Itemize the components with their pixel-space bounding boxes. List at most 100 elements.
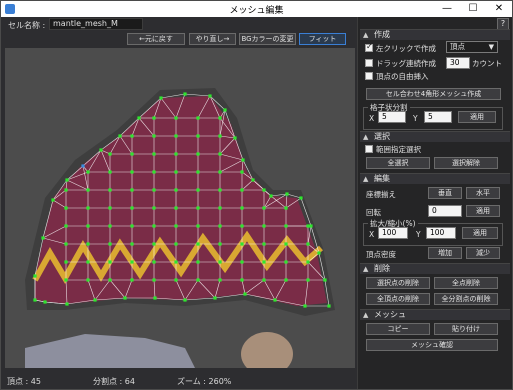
mesh-vertex[interactable] — [86, 278, 90, 282]
mesh-vertex[interactable] — [65, 302, 69, 306]
mesh-vertex[interactable] — [174, 206, 178, 210]
mesh-vertex[interactable] — [130, 152, 134, 156]
mesh-vertex[interactable] — [262, 278, 266, 282]
mesh-vertex[interactable] — [64, 278, 68, 282]
mesh-vertex[interactable] — [262, 242, 266, 246]
mesh-vertex[interactable] — [208, 94, 212, 98]
mesh-vertex[interactable] — [240, 278, 244, 282]
mesh-vertex[interactable] — [262, 260, 266, 264]
mesh-vertex[interactable] — [152, 152, 156, 156]
section-select[interactable]: ▲ 選択 — [360, 131, 510, 142]
mesh-vertex[interactable] — [262, 206, 266, 210]
mesh-vertex[interactable] — [43, 300, 47, 304]
density-increase-button[interactable]: 増加 — [428, 247, 462, 259]
mesh-vertex[interactable] — [306, 242, 310, 246]
mesh-vertex[interactable] — [262, 188, 266, 192]
mesh-vertex[interactable] — [251, 178, 255, 182]
section-edit[interactable]: ▲ 編集 — [360, 173, 510, 184]
copy-button[interactable]: コピー — [366, 323, 430, 335]
mesh-vertex[interactable] — [240, 242, 244, 246]
mesh-vertex[interactable] — [130, 170, 134, 174]
mesh-vertex[interactable] — [86, 206, 90, 210]
mesh-vertex[interactable] — [241, 158, 245, 162]
mesh-vertex[interactable] — [64, 224, 68, 228]
delete-all-divisions-button[interactable]: 全分割点の削除 — [434, 293, 498, 305]
section-create[interactable]: ▲ 作成 — [360, 29, 510, 40]
mesh-vertex[interactable] — [108, 206, 112, 210]
mesh-vertex[interactable] — [64, 206, 68, 210]
mesh-vertex[interactable] — [262, 224, 266, 228]
mesh-vertex[interactable] — [81, 164, 85, 168]
auto-quad-mesh-button[interactable]: セル合わせ4角形メッシュ作成 — [366, 88, 501, 100]
mesh-vertex[interactable] — [218, 278, 222, 282]
mesh-vertex[interactable] — [284, 206, 288, 210]
mesh-vertex[interactable] — [130, 224, 134, 228]
mesh-vertex[interactable] — [152, 134, 156, 138]
maximize-icon[interactable]: ☐ — [460, 1, 486, 17]
mesh-vertex[interactable] — [174, 116, 178, 120]
close-icon[interactable]: ✕ — [486, 1, 512, 17]
mesh-vertex[interactable] — [93, 298, 97, 302]
mesh-vertex[interactable] — [152, 116, 156, 120]
mesh-vertex[interactable] — [137, 116, 141, 120]
section-delete[interactable]: ▲ 削除 — [360, 263, 510, 274]
mesh-vertex[interactable] — [174, 242, 178, 246]
mesh-vertex[interactable] — [284, 278, 288, 282]
align-vertical-button[interactable]: 垂直 — [428, 187, 462, 199]
mesh-vertex[interactable] — [285, 192, 289, 196]
mesh-vertex[interactable] — [174, 260, 178, 264]
mesh-vertex[interactable] — [152, 170, 156, 174]
mesh-vertex[interactable] — [86, 170, 90, 174]
rotate-field[interactable]: 0 — [428, 205, 462, 217]
mesh-vertex[interactable] — [86, 260, 90, 264]
mesh-vertex[interactable] — [240, 188, 244, 192]
mesh-canvas[interactable] — [5, 48, 355, 368]
mesh-vertex[interactable] — [240, 206, 244, 210]
mesh-vertex[interactable] — [86, 242, 90, 246]
mesh-vertex[interactable] — [174, 278, 178, 282]
mesh-vertex[interactable] — [196, 170, 200, 174]
mesh-vertex[interactable] — [273, 298, 277, 302]
mesh-vertex[interactable] — [152, 242, 156, 246]
mesh-vertex[interactable] — [196, 260, 200, 264]
mesh-vertex[interactable] — [196, 206, 200, 210]
align-horizontal-button[interactable]: 水平 — [466, 187, 500, 199]
fit-button[interactable]: フィット — [299, 33, 346, 45]
mesh-vertex[interactable] — [118, 134, 122, 138]
mesh-vertex[interactable] — [233, 136, 237, 140]
mesh-vertex[interactable] — [64, 242, 68, 246]
mesh-vertex[interactable] — [218, 242, 222, 246]
mesh-vertex[interactable] — [152, 224, 156, 228]
mesh-vertex[interactable] — [130, 242, 134, 246]
mesh-vertex[interactable] — [174, 152, 178, 156]
mesh-vertex[interactable] — [306, 260, 310, 264]
mesh-vertex[interactable] — [183, 92, 187, 96]
mesh-vertex[interactable] — [153, 296, 157, 300]
mesh-vertex[interactable] — [183, 298, 187, 302]
grid-x-field[interactable]: 5 — [378, 111, 406, 123]
mesh-vertex[interactable] — [130, 188, 134, 192]
delete-selected-button[interactable]: 選択点の削除 — [366, 277, 430, 289]
mesh-vertex[interactable] — [152, 260, 156, 264]
mesh-vertex[interactable] — [123, 296, 127, 300]
mesh-vertex[interactable] — [108, 188, 112, 192]
mesh-vertex[interactable] — [65, 178, 69, 182]
mesh-vertex[interactable] — [86, 224, 90, 228]
paste-button[interactable]: 貼り付け — [434, 323, 498, 335]
mesh-vertex[interactable] — [218, 134, 222, 138]
mesh-vertex[interactable] — [130, 134, 134, 138]
mesh-vertex[interactable] — [33, 274, 37, 278]
mesh-vertex[interactable] — [130, 206, 134, 210]
mesh-vertex[interactable] — [196, 188, 200, 192]
delete-all-vertices-button[interactable]: 全頂点の削除 — [366, 293, 430, 305]
mesh-vertex[interactable] — [269, 194, 273, 198]
mesh-vertex[interactable] — [108, 170, 112, 174]
scale-apply-button[interactable]: 適用 — [462, 227, 498, 239]
mesh-vertex[interactable] — [130, 260, 134, 264]
mesh-vertex[interactable] — [218, 206, 222, 210]
undo-button[interactable]: ←元に戻す — [127, 33, 185, 45]
mesh-vertex[interactable] — [41, 236, 45, 240]
create-mode-dropdown[interactable]: 頂点 ▼ — [446, 41, 498, 53]
mesh-vertex[interactable] — [306, 224, 310, 228]
mesh-vertex[interactable] — [108, 278, 112, 282]
